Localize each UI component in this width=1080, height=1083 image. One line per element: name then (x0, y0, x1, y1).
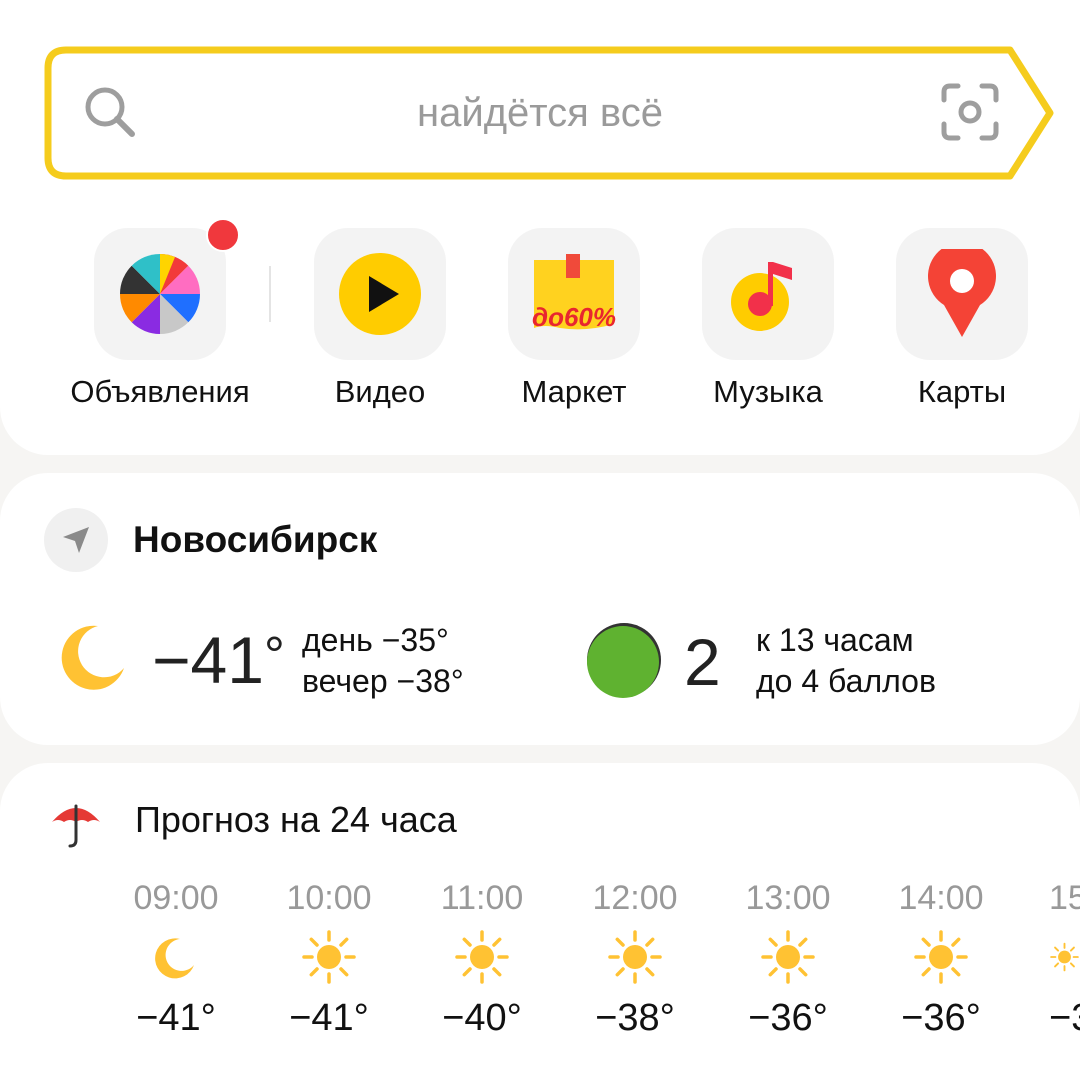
service-ads-tile[interactable] (94, 228, 226, 360)
service-market-tile[interactable]: до60% (508, 228, 640, 360)
forecast-hour-temp: −3 (1049, 997, 1080, 1039)
forecast-hour-item[interactable]: 14:00 −36° (866, 878, 1016, 1040)
forecast-hour-time: 14:00 (898, 879, 984, 917)
current-temperature: −41° (152, 622, 285, 698)
moon-icon (61, 625, 124, 690)
traffic-score: 2 (684, 625, 721, 699)
evening-temperature: вечер −38° (302, 663, 464, 699)
traffic-forecast-level: до 4 баллов (756, 663, 936, 699)
music-note-icon (731, 262, 792, 331)
forecast-hour-time: 15 (1049, 879, 1080, 917)
traffic-forecast-time: к 13 часам (756, 622, 914, 658)
weather-card[interactable] (0, 473, 1080, 745)
degree-symbol: ° (263, 627, 285, 685)
color-wheel-icon (119, 253, 201, 334)
forecast-hour-time: 13:00 (745, 879, 831, 917)
forecast-title: Прогноз на 24 часа (135, 799, 457, 840)
umbrella-icon (52, 804, 100, 848)
forecast-hour-time: 09:00 (133, 879, 219, 917)
forecast-hour-item[interactable]: 09:00 −41° (101, 878, 251, 1040)
forecast-hour-temp: −40° (442, 997, 522, 1039)
service-video-tile[interactable] (314, 228, 446, 360)
play-icon (339, 253, 421, 335)
location-button[interactable] (44, 508, 108, 572)
forecast-hour-temp: −38° (595, 997, 675, 1039)
sun-icon (1049, 918, 1080, 996)
forecast-hour-temp: −41° (136, 997, 216, 1039)
forecast-hour-item[interactable]: 13:00 −36° (713, 878, 863, 1040)
search-input[interactable]: найдётся всё (0, 90, 1080, 136)
forecast-hour-item[interactable]: 11:00 −40° (407, 878, 557, 1040)
traffic-indicator-icon (587, 623, 661, 698)
city-name[interactable]: Новосибирск (133, 518, 377, 562)
current-temperature-value: −41 (152, 623, 264, 697)
services-divider (269, 266, 271, 322)
sun-icon (866, 918, 1016, 996)
service-maps-label: Карты (917, 374, 1007, 409)
forecast-hour-time: 11:00 (440, 879, 524, 917)
sun-icon (254, 918, 404, 996)
sun-icon (407, 918, 557, 996)
notification-dot (206, 218, 240, 252)
forecast-hour-temp: −41° (289, 997, 369, 1039)
forecast-hour-temp: −36° (748, 997, 828, 1039)
forecast-hour-temp: −36° (901, 997, 981, 1039)
forecast-hour-time: 10:00 (286, 879, 372, 917)
market-box-icon: до60% (532, 254, 616, 332)
forecast-hour-time: 12:00 (592, 879, 678, 917)
location-arrow-icon (63, 527, 89, 553)
forecast-hour-item[interactable]: 12:00 −38° (560, 878, 710, 1040)
service-maps-tile[interactable] (896, 228, 1028, 360)
market-badge: до60% (532, 302, 616, 332)
service-music-tile[interactable] (702, 228, 834, 360)
forecast-hour-item[interactable]: 15 −3 (1019, 878, 1080, 1040)
sun-icon (713, 918, 863, 996)
moon-icon (101, 918, 251, 996)
day-temperature: день −35° (302, 622, 449, 658)
service-ads-label: Объявления (70, 374, 250, 409)
sun-icon (560, 918, 710, 996)
forecast-hour-item[interactable]: 10:00 −41° (254, 878, 404, 1040)
camera-search-icon[interactable] (940, 82, 1000, 142)
map-pin-icon (928, 249, 996, 337)
